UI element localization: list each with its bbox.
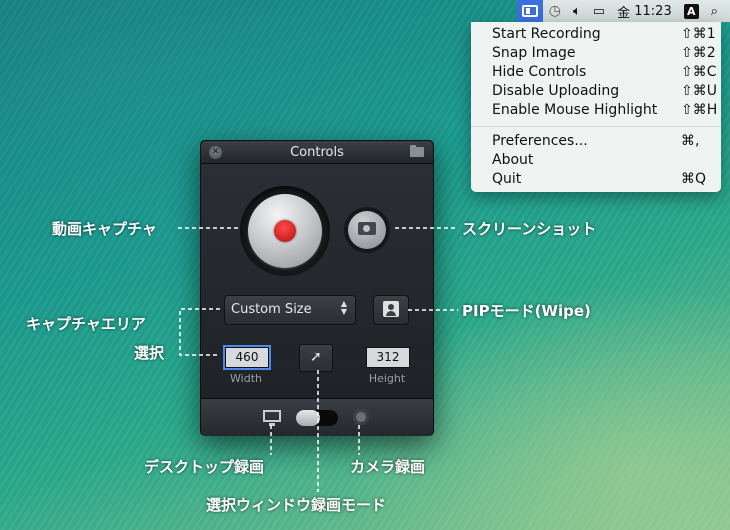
annotation-capture-area-2: 選択: [134, 344, 165, 362]
annotation-screenshot: スクリーンショット: [462, 220, 597, 238]
annotation-window-record: 選択ウィンドウ録画モード: [206, 496, 387, 514]
annotation-camera-record: カメラ録画: [350, 458, 426, 476]
annotation-capture-area-1: キャプチャエリア: [26, 315, 146, 333]
annotation-pip-mode: PIPモード(Wipe): [462, 302, 591, 320]
annotation-video-capture: 動画キャプチャ: [52, 220, 157, 238]
callout-lines: [178, 227, 458, 492]
annotation-desktop-record: デスクトップ録画: [144, 458, 265, 476]
